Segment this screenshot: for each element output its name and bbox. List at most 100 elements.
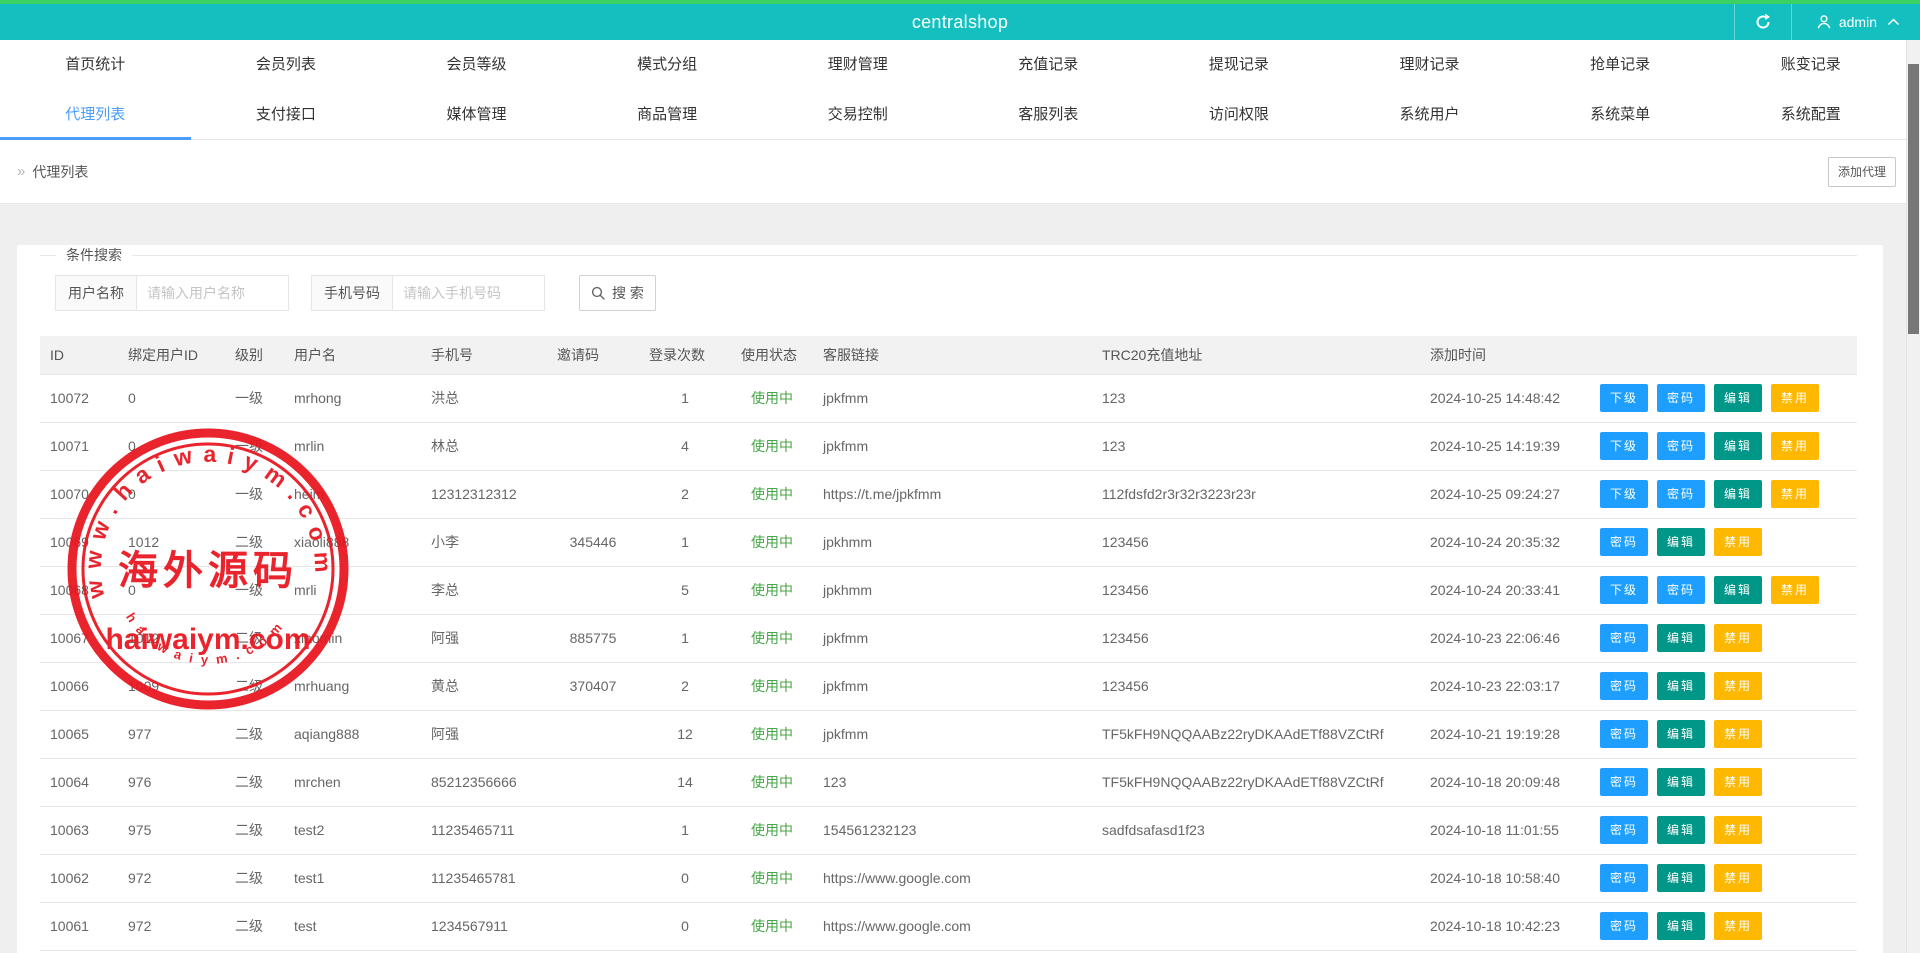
username-input[interactable] [137,275,289,311]
nav-item-客服列表[interactable]: 客服列表 [953,90,1144,140]
cell-id: 10067 [40,614,118,662]
row-action-edit-button[interactable]: 编辑 [1657,624,1705,652]
column-header-username: 用户名 [284,336,421,374]
search-button[interactable]: 搜 索 [579,275,656,311]
cell-trc20: 123456 [1092,614,1420,662]
nav-item-系统菜单[interactable]: 系统菜单 [1525,90,1716,140]
status-badge: 使用中 [751,438,793,454]
row-action-disable-button[interactable]: 禁用 [1714,912,1762,940]
row-action-sub-agents-button[interactable]: 下级 [1600,432,1648,460]
row-action-password-button[interactable]: 密码 [1657,432,1705,460]
row-action-edit-button[interactable]: 编辑 [1657,912,1705,940]
row-action-disable-button[interactable]: 禁用 [1714,864,1762,892]
table-row: 100671012二级xiaomin阿强8857751使用中jpkfmm1234… [40,614,1857,662]
row-action-edit-button[interactable]: 编辑 [1657,864,1705,892]
row-action-edit-button[interactable]: 编辑 [1657,672,1705,700]
cell-invite [547,470,639,518]
row-action-disable-button[interactable]: 禁用 [1771,432,1819,460]
row-action-edit-button[interactable]: 编辑 [1714,432,1762,460]
nav-item-模式分组[interactable]: 模式分组 [572,40,763,90]
row-action-sub-agents-button[interactable]: 下级 [1600,384,1648,412]
row-action-sub-agents-button[interactable]: 下级 [1600,576,1648,604]
scrollbar[interactable] [1906,40,1920,953]
row-action-disable-button[interactable]: 禁用 [1771,576,1819,604]
row-action-disable-button[interactable]: 禁用 [1771,384,1819,412]
cell-status: 使用中 [731,422,813,470]
cell-logins: 0 [639,854,731,902]
add-agent-button[interactable]: 添加代理 [1828,157,1896,187]
row-action-disable-button[interactable]: 禁用 [1714,816,1762,844]
nav-item-首页统计[interactable]: 首页统计 [0,40,191,90]
nav-item-会员列表[interactable]: 会员列表 [191,40,382,90]
nav-item-媒体管理[interactable]: 媒体管理 [381,90,572,140]
nav-item-支付接口[interactable]: 支付接口 [191,90,382,140]
nav-item-交易控制[interactable]: 交易控制 [762,90,953,140]
nav-item-抢单记录[interactable]: 抢单记录 [1525,40,1716,90]
row-action-disable-button[interactable]: 禁用 [1714,624,1762,652]
row-action-password-button[interactable]: 密码 [1657,384,1705,412]
row-action-edit-button[interactable]: 编辑 [1714,576,1762,604]
row-action-disable-button[interactable]: 禁用 [1714,768,1762,796]
search-button-label: 搜 索 [612,283,644,303]
nav-item-系统用户[interactable]: 系统用户 [1334,90,1525,140]
user-menu[interactable]: admin [1792,4,1920,40]
row-action-disable-button[interactable]: 禁用 [1771,480,1819,508]
nav-item-代理列表[interactable]: 代理列表 [0,90,191,140]
row-action-disable-button[interactable]: 禁用 [1714,528,1762,556]
refresh-button[interactable] [1735,4,1791,40]
row-action-password-button[interactable]: 密码 [1657,576,1705,604]
cell-id: 10072 [40,374,118,422]
row-action-edit-button[interactable]: 编辑 [1714,480,1762,508]
scrollbar-thumb[interactable] [1908,64,1919,334]
row-action-password-button[interactable]: 密码 [1600,816,1648,844]
nav-item-账变记录[interactable]: 账变记录 [1715,40,1906,90]
cell-logins: 12 [639,710,731,758]
row-action-edit-button[interactable]: 编辑 [1657,720,1705,748]
table-header-row: ID绑定用户ID级别用户名手机号邀请码登录次数使用状态客服链接TRC20充值地址… [40,336,1857,374]
cell-created: 2024-10-18 10:42:23 [1420,902,1590,950]
row-action-disable-button[interactable]: 禁用 [1714,672,1762,700]
topbar: centralshop admin [0,0,1920,40]
row-action-password-button[interactable]: 密码 [1657,480,1705,508]
cell-id: 10069 [40,518,118,566]
cell-level: 二级 [225,758,284,806]
breadcrumb-chevron-icon: » [17,163,25,180]
row-action-password-button[interactable]: 密码 [1600,720,1648,748]
username-field-group: 用户名称 [55,275,289,311]
cell-actions: 密码编辑禁用 [1590,854,1857,902]
cell-invite [547,902,639,950]
cell-status: 使用中 [731,566,813,614]
cell-phone: 小李 [421,518,547,566]
phone-input[interactable] [393,275,545,311]
nav-item-充值记录[interactable]: 充值记录 [953,40,1144,90]
nav-item-理财记录[interactable]: 理财记录 [1334,40,1525,90]
cell-created: 2024-10-23 22:03:17 [1420,662,1590,710]
user-icon [1816,14,1832,30]
nav-item-理财管理[interactable]: 理财管理 [762,40,953,90]
table-row: 10063975二级test2112354657111使用中1545612321… [40,806,1857,854]
nav-item-提现记录[interactable]: 提现记录 [1144,40,1335,90]
row-action-password-button[interactable]: 密码 [1600,528,1648,556]
row-action-password-button[interactable]: 密码 [1600,912,1648,940]
row-action-edit-button[interactable]: 编辑 [1657,768,1705,796]
row-action-password-button[interactable]: 密码 [1600,864,1648,892]
row-action-edit-button[interactable]: 编辑 [1657,528,1705,556]
search-form: 用户名称 手机号码 搜 索 [55,275,1857,311]
nav-item-访问权限[interactable]: 访问权限 [1144,90,1335,140]
status-badge: 使用中 [751,918,793,934]
cell-service: https://www.google.com [813,902,1092,950]
nav-item-会员等级[interactable]: 会员等级 [381,40,572,90]
row-action-password-button[interactable]: 密码 [1600,672,1648,700]
nav-item-商品管理[interactable]: 商品管理 [572,90,763,140]
nav-item-系统配置[interactable]: 系统配置 [1715,90,1906,140]
row-action-password-button[interactable]: 密码 [1600,768,1648,796]
row-action-edit-button[interactable]: 编辑 [1657,816,1705,844]
row-action-password-button[interactable]: 密码 [1600,624,1648,652]
column-header-logins: 登录次数 [639,336,731,374]
row-action-edit-button[interactable]: 编辑 [1714,384,1762,412]
row-action-disable-button[interactable]: 禁用 [1714,720,1762,748]
column-header-level: 级别 [225,336,284,374]
cell-bind_id: 0 [118,470,225,518]
row-action-sub-agents-button[interactable]: 下级 [1600,480,1648,508]
cell-status: 使用中 [731,374,813,422]
